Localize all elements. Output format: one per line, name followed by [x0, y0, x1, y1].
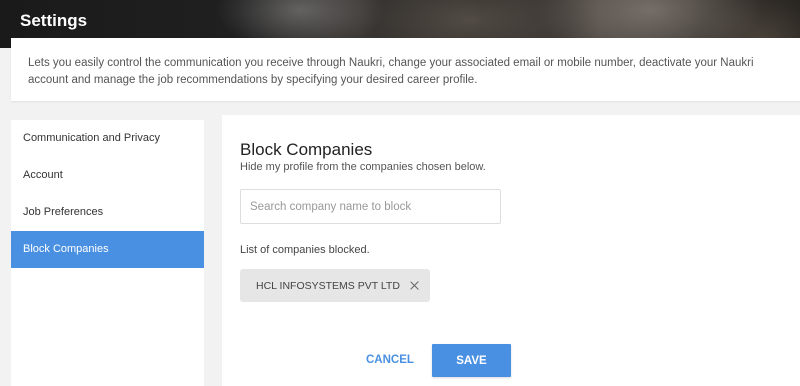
block-companies-panel: Block Companies Hide my profile from the…: [222, 115, 800, 386]
sidebar-item-block-companies[interactable]: Block Companies: [11, 231, 204, 268]
cancel-button[interactable]: CANCEL: [366, 350, 414, 370]
section-title: Block Companies: [240, 140, 373, 159]
blocked-company-name: HCL INFOSYSTEMS PVT LTD: [256, 279, 400, 292]
intro-card: Lets you easily control the communicatio…: [11, 38, 800, 101]
settings-sidebar: Communication and Privacy Account Job Pr…: [11, 120, 204, 386]
blocked-list-label: List of companies blocked.: [240, 244, 370, 256]
page-title: Settings: [20, 11, 88, 30]
section-subtitle: Hide my profile from the companies chose…: [240, 161, 486, 173]
intro-text: Lets you easily control the communicatio…: [28, 57, 754, 86]
save-button[interactable]: SAVE: [432, 344, 511, 377]
close-icon[interactable]: [408, 279, 422, 293]
blocked-company-chip: HCL INFOSYSTEMS PVT LTD: [240, 269, 430, 302]
company-search-input[interactable]: [240, 189, 501, 224]
sidebar-item-communication-and-privacy[interactable]: Communication and Privacy: [11, 120, 204, 157]
sidebar-item-account[interactable]: Account: [11, 157, 204, 194]
sidebar-item-job-preferences[interactable]: Job Preferences: [11, 194, 204, 231]
